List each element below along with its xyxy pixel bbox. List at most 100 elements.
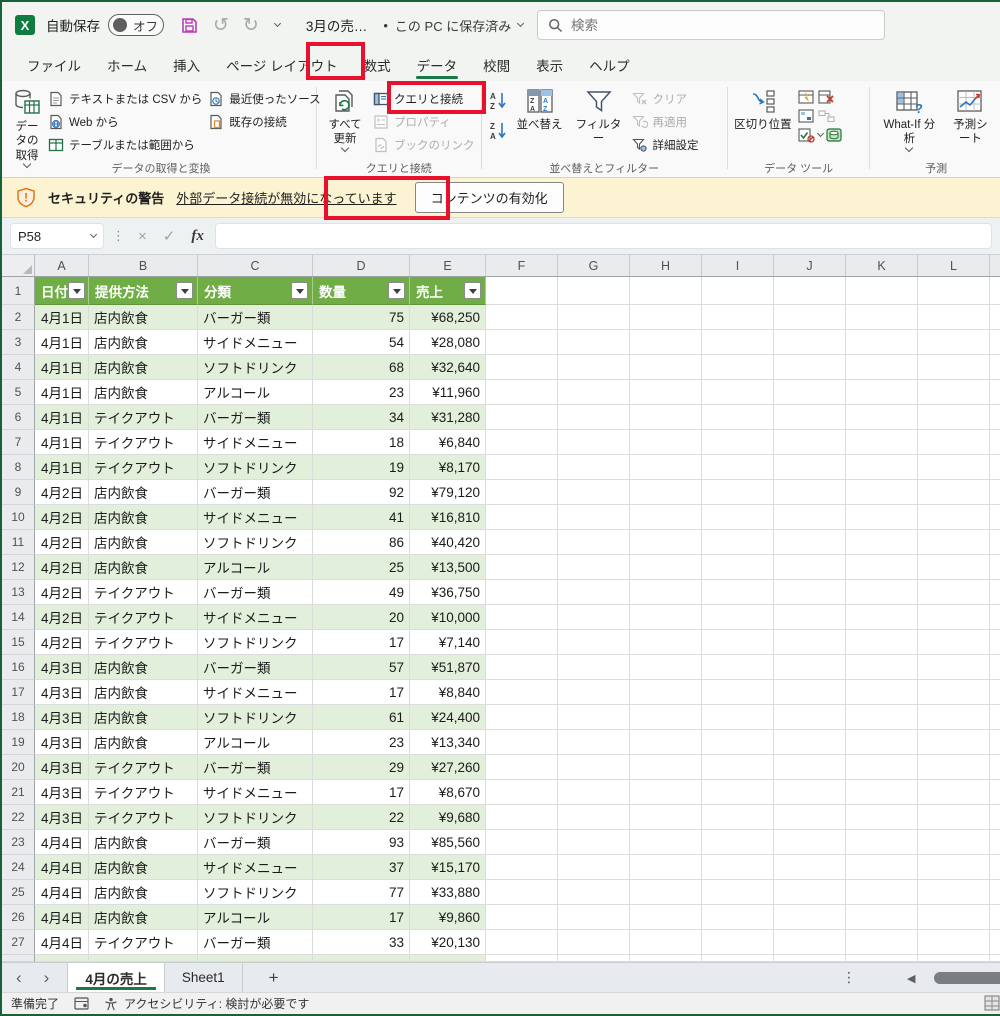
cell[interactable]: [630, 680, 702, 705]
cell[interactable]: テイクアウト: [89, 930, 198, 955]
column-header-partial[interactable]: [990, 255, 1000, 276]
cell[interactable]: [990, 430, 1000, 455]
cell[interactable]: [558, 755, 630, 780]
cell[interactable]: 店内飲食: [89, 880, 198, 905]
cell[interactable]: [702, 880, 774, 905]
accessibility-status[interactable]: アクセシビリティ: 検討が必要です: [104, 995, 309, 1012]
redo-icon[interactable]: ↻: [243, 16, 259, 35]
cell[interactable]: テイクアウト: [89, 780, 198, 805]
cell[interactable]: 22: [313, 805, 410, 830]
cell[interactable]: 店内飲食: [89, 330, 198, 355]
cell[interactable]: [846, 755, 918, 780]
cell[interactable]: [990, 405, 1000, 430]
search-input[interactable]: [571, 18, 874, 33]
cell[interactable]: 34: [313, 405, 410, 430]
row-header[interactable]: 6: [2, 405, 35, 430]
cell[interactable]: [486, 905, 558, 930]
cell[interactable]: [774, 505, 846, 530]
manage-data-model-icon[interactable]: [826, 128, 843, 143]
cell[interactable]: 17: [313, 905, 410, 930]
what-if-analysis-button[interactable]: ? What-If 分析: [876, 86, 942, 161]
cell[interactable]: [846, 705, 918, 730]
cell[interactable]: [990, 830, 1000, 855]
cell[interactable]: [846, 277, 918, 305]
cell[interactable]: [486, 530, 558, 555]
cell[interactable]: 4月3日: [35, 705, 89, 730]
cell[interactable]: ¥9,860: [410, 905, 486, 930]
cell[interactable]: ¥9,680: [410, 805, 486, 830]
cell[interactable]: [846, 580, 918, 605]
cell[interactable]: [990, 955, 1000, 962]
cell[interactable]: [558, 930, 630, 955]
cell[interactable]: [918, 780, 990, 805]
cell[interactable]: 18: [313, 430, 410, 455]
row-header[interactable]: 20: [2, 755, 35, 780]
cell[interactable]: 4月1日: [35, 355, 89, 380]
formula-input[interactable]: [215, 223, 992, 249]
cell[interactable]: テイクアウト: [89, 405, 198, 430]
cell[interactable]: [918, 330, 990, 355]
cell[interactable]: [846, 330, 918, 355]
tab-file[interactable]: ファイル: [14, 48, 94, 81]
flash-fill-icon[interactable]: [798, 90, 815, 105]
row-header[interactable]: 12: [2, 555, 35, 580]
cell[interactable]: [846, 355, 918, 380]
column-header-D[interactable]: D: [313, 255, 410, 276]
cell[interactable]: [558, 780, 630, 805]
cell[interactable]: ¥20,130: [410, 930, 486, 955]
cell[interactable]: [774, 277, 846, 305]
get-data-button[interactable]: データの取得: [12, 86, 42, 161]
cell[interactable]: [990, 730, 1000, 755]
cell[interactable]: 20: [313, 605, 410, 630]
cell[interactable]: [558, 880, 630, 905]
cell[interactable]: [486, 705, 558, 730]
cell[interactable]: [702, 355, 774, 380]
row-header[interactable]: 4: [2, 355, 35, 380]
cell[interactable]: テイクアウト: [89, 580, 198, 605]
cell[interactable]: [702, 830, 774, 855]
cell[interactable]: [846, 880, 918, 905]
cell[interactable]: 4月1日: [35, 380, 89, 405]
cell[interactable]: [630, 930, 702, 955]
cell[interactable]: テイクアウト: [89, 605, 198, 630]
cell[interactable]: [774, 905, 846, 930]
cell[interactable]: [774, 330, 846, 355]
cell[interactable]: [630, 955, 702, 962]
cell[interactable]: 店内飲食: [89, 680, 198, 705]
cell[interactable]: [846, 730, 918, 755]
cell[interactable]: [558, 830, 630, 855]
cell[interactable]: 57: [313, 655, 410, 680]
refresh-all-button[interactable]: すべて更新: [323, 86, 367, 161]
security-warning-link[interactable]: 外部データ接続が無効になっています: [176, 188, 396, 207]
cell[interactable]: [486, 655, 558, 680]
cell[interactable]: ¥15,170: [410, 855, 486, 880]
cell[interactable]: サイドメニュー: [198, 780, 313, 805]
cell[interactable]: [846, 930, 918, 955]
cell[interactable]: バーガー類: [198, 655, 313, 680]
cell[interactable]: [918, 655, 990, 680]
cell[interactable]: 29: [313, 755, 410, 780]
cell[interactable]: [918, 930, 990, 955]
cell[interactable]: [558, 905, 630, 930]
from-text-csv-button[interactable]: テキストまたは CSV から: [48, 89, 202, 109]
cell[interactable]: 4月4日: [35, 830, 89, 855]
cell[interactable]: 店内飲食: [89, 305, 198, 330]
cell[interactable]: 75: [313, 305, 410, 330]
consolidate-icon[interactable]: [798, 109, 815, 124]
cell[interactable]: ¥13,340: [410, 730, 486, 755]
cell[interactable]: [486, 355, 558, 380]
cell[interactable]: [630, 277, 702, 305]
cell[interactable]: [558, 630, 630, 655]
cell[interactable]: テイクアウト: [89, 630, 198, 655]
cell[interactable]: [774, 380, 846, 405]
cell[interactable]: 店内飲食: [89, 705, 198, 730]
cell[interactable]: ソフトドリンク: [198, 355, 313, 380]
cell[interactable]: [702, 455, 774, 480]
cell[interactable]: ¥8,670: [410, 780, 486, 805]
cell[interactable]: [846, 905, 918, 930]
cell[interactable]: [630, 755, 702, 780]
cell[interactable]: [486, 505, 558, 530]
table-header-cell[interactable]: 数量: [313, 277, 410, 305]
recent-sources-button[interactable]: 最近使ったソース: [208, 89, 320, 109]
tab-view[interactable]: 表示: [523, 48, 576, 81]
